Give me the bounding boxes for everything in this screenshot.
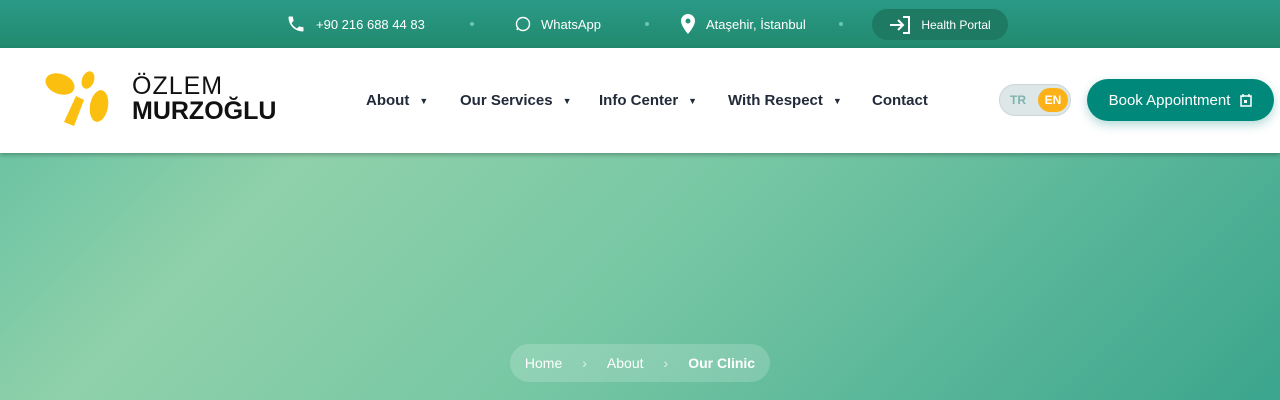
nav-label: Our Services: [460, 92, 553, 109]
nav-our-services[interactable]: Our Services ▼: [460, 48, 571, 153]
phone-link[interactable]: +90 216 688 44 83: [286, 0, 425, 48]
logo[interactable]: ÖZLEM MURZOĞLU: [44, 70, 276, 128]
map-pin-icon: [681, 14, 695, 34]
logo-bee-icon: [45, 71, 109, 126]
nav-label: Info Center: [599, 92, 679, 109]
health-portal-button[interactable]: Health Portal: [872, 9, 1008, 40]
breadcrumb-home[interactable]: Home: [525, 355, 562, 371]
lang-tr[interactable]: TR: [1010, 93, 1026, 107]
breadcrumb-about[interactable]: About: [607, 355, 644, 371]
nav-with-respect[interactable]: With Respect ▼: [728, 48, 842, 153]
book-appointment-label: Book Appointment: [1108, 91, 1231, 109]
logo-text-first: ÖZLEM: [132, 72, 224, 100]
caret-down-icon: ▼: [832, 95, 842, 106]
caret-down-icon: ▼: [562, 95, 572, 106]
nav-contact[interactable]: Contact: [872, 48, 928, 153]
nav-label: About: [366, 92, 410, 109]
nav-info-center[interactable]: Info Center ▼: [599, 48, 697, 153]
health-portal-label: Health Portal: [921, 17, 991, 32]
phone-number: +90 216 688 44 83: [316, 16, 425, 32]
caret-down-icon: ▼: [688, 95, 698, 106]
location-link[interactable]: Ataşehir, İstanbul: [680, 0, 806, 48]
login-icon: [890, 15, 911, 34]
whatsapp-link[interactable]: WhatsApp: [515, 0, 601, 48]
breadcrumb: Home › About › Our Clinic: [510, 344, 770, 382]
lang-en[interactable]: EN: [1038, 88, 1068, 112]
main-nav: ÖZLEM MURZOĞLU About ▼ Our Services ▼ Info…: [0, 48, 1280, 153]
nav-label: With Respect: [728, 92, 823, 109]
language-toggle[interactable]: TR EN: [999, 84, 1071, 116]
nav-label: Contact: [872, 92, 928, 109]
nav-about[interactable]: About ▼: [366, 48, 428, 153]
phone-icon: [288, 16, 304, 32]
caret-down-icon: ▼: [419, 95, 429, 106]
chevron-right-icon: ›: [663, 355, 669, 371]
top-bar: +90 216 688 44 83 WhatsApp Ataşehir, İst…: [0, 0, 1280, 48]
hero-banner: Home › About › Our Clinic: [0, 153, 1280, 400]
logo-text-last: MURZOĞLU: [132, 97, 277, 125]
whatsapp-label: WhatsApp: [541, 16, 601, 32]
breadcrumb-current: Our Clinic: [688, 355, 756, 371]
whatsapp-icon: [515, 16, 531, 32]
calendar-icon: [1240, 93, 1253, 107]
book-appointment-button[interactable]: Book Appointment: [1087, 79, 1274, 121]
location-label: Ataşehir, İstanbul: [706, 16, 806, 32]
chevron-right-icon: ›: [582, 355, 587, 371]
